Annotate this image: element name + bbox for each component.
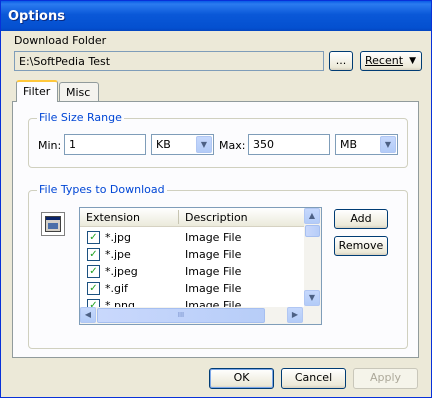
min-size-value: 1	[69, 138, 76, 151]
row-description: Image File	[185, 231, 242, 244]
checkbox-checked[interactable]: ✓	[87, 248, 100, 261]
download-folder-value: E:\SoftPedia Test	[19, 55, 111, 68]
column-description[interactable]: Description	[185, 211, 248, 224]
apply-button[interactable]: Apply	[353, 368, 418, 389]
apply-button-label: Apply	[369, 371, 402, 384]
max-unit-select[interactable]: MB ▼	[335, 134, 398, 155]
chevron-right-icon[interactable]: ▶	[287, 307, 303, 323]
checkbox-checked[interactable]: ✓	[87, 231, 100, 244]
min-label: Min:	[38, 139, 62, 152]
scroll-grip-icon: III	[177, 311, 185, 319]
chevron-left-icon[interactable]: ◀	[80, 307, 96, 323]
list-item[interactable]: ✓ *.jpeg Image File	[80, 263, 302, 280]
ok-button[interactable]: OK	[209, 368, 274, 389]
chevron-down-icon[interactable]: ▼	[304, 290, 320, 306]
tab-misc-label: Misc	[66, 86, 91, 99]
file-size-group-title: File Size Range	[37, 111, 124, 124]
cancel-button-label: Cancel	[294, 371, 333, 384]
row-description: Image File	[185, 248, 242, 261]
file-size-group: File Size Range Min: 1 KB ▼ Max: 350 MB …	[28, 111, 408, 168]
download-folder-label: Download Folder	[14, 34, 107, 47]
file-types-list[interactable]: Extension Description ✓ *.jpg Image File…	[79, 207, 322, 325]
dialog-content: Download Folder E:\SoftPedia Test ... Re…	[4, 31, 428, 395]
min-size-input[interactable]: 1	[64, 134, 146, 155]
min-unit-select[interactable]: KB ▼	[151, 134, 214, 155]
row-extension: *.jpg	[105, 231, 132, 244]
remove-button-label: Remove	[338, 239, 384, 252]
list-item[interactable]: ✓ *.gif Image File	[80, 280, 302, 297]
title-bar: Options	[1, 1, 431, 31]
browse-button-label: ...	[335, 54, 347, 67]
max-size-input[interactable]: 350	[248, 134, 330, 155]
add-button-label: Add	[350, 212, 372, 225]
options-window: Options Download Folder E:\SoftPedia Tes…	[0, 0, 432, 398]
checkbox-checked[interactable]: ✓	[87, 265, 100, 278]
min-unit-value: KB	[156, 138, 171, 151]
horizontal-scroll-thumb[interactable]: III	[97, 308, 265, 323]
row-extension: *.gif	[105, 282, 128, 295]
list-item[interactable]: ✓ *.jpg Image File	[80, 229, 302, 246]
file-types-group: File Types to Download Extension Descrip…	[28, 183, 408, 349]
vertical-scrollbar[interactable]: ▲ ▼	[304, 208, 321, 307]
checkbox-checked[interactable]: ✓	[87, 282, 100, 295]
file-type-icon	[41, 212, 65, 236]
ok-button-label: OK	[233, 371, 250, 384]
window-title: Options	[8, 9, 65, 24]
vertical-scroll-thumb[interactable]	[305, 225, 320, 237]
file-types-group-title: File Types to Download	[37, 183, 167, 196]
horizontal-scrollbar[interactable]: ◀ III ▶	[80, 307, 321, 324]
chevron-down-icon[interactable]: ▼	[380, 136, 396, 153]
row-description: Image File	[185, 282, 242, 295]
chevron-down-icon[interactable]: ▼	[196, 136, 212, 153]
list-item[interactable]: ✓ *.jpe Image File	[80, 246, 302, 263]
max-size-value: 350	[253, 138, 274, 151]
list-header: Extension Description	[80, 208, 321, 227]
row-extension: *.jpeg	[105, 265, 138, 278]
chevron-up-icon[interactable]: ▲	[304, 208, 320, 224]
filter-tab-panel: File Size Range Min: 1 KB ▼ Max: 350 MB …	[12, 101, 419, 358]
max-label: Max:	[219, 139, 246, 152]
cancel-button[interactable]: Cancel	[281, 368, 346, 389]
row-description: Image File	[185, 265, 242, 278]
browse-button[interactable]: ...	[329, 51, 353, 71]
tab-filter[interactable]: Filter	[16, 80, 58, 102]
chevron-down-icon: ▼	[409, 56, 416, 66]
download-folder-path[interactable]: E:\SoftPedia Test	[14, 51, 324, 71]
column-extension[interactable]: Extension	[86, 211, 140, 224]
tab-misc[interactable]: Misc	[59, 82, 99, 102]
tab-filter-label: Filter	[23, 85, 51, 98]
recent-button[interactable]: Recent ▼	[360, 51, 422, 71]
recent-button-label: Recent	[365, 54, 404, 67]
max-unit-value: MB	[340, 138, 358, 151]
add-button[interactable]: Add	[334, 209, 388, 229]
row-extension: *.jpe	[105, 248, 131, 261]
remove-button[interactable]: Remove	[334, 236, 388, 256]
